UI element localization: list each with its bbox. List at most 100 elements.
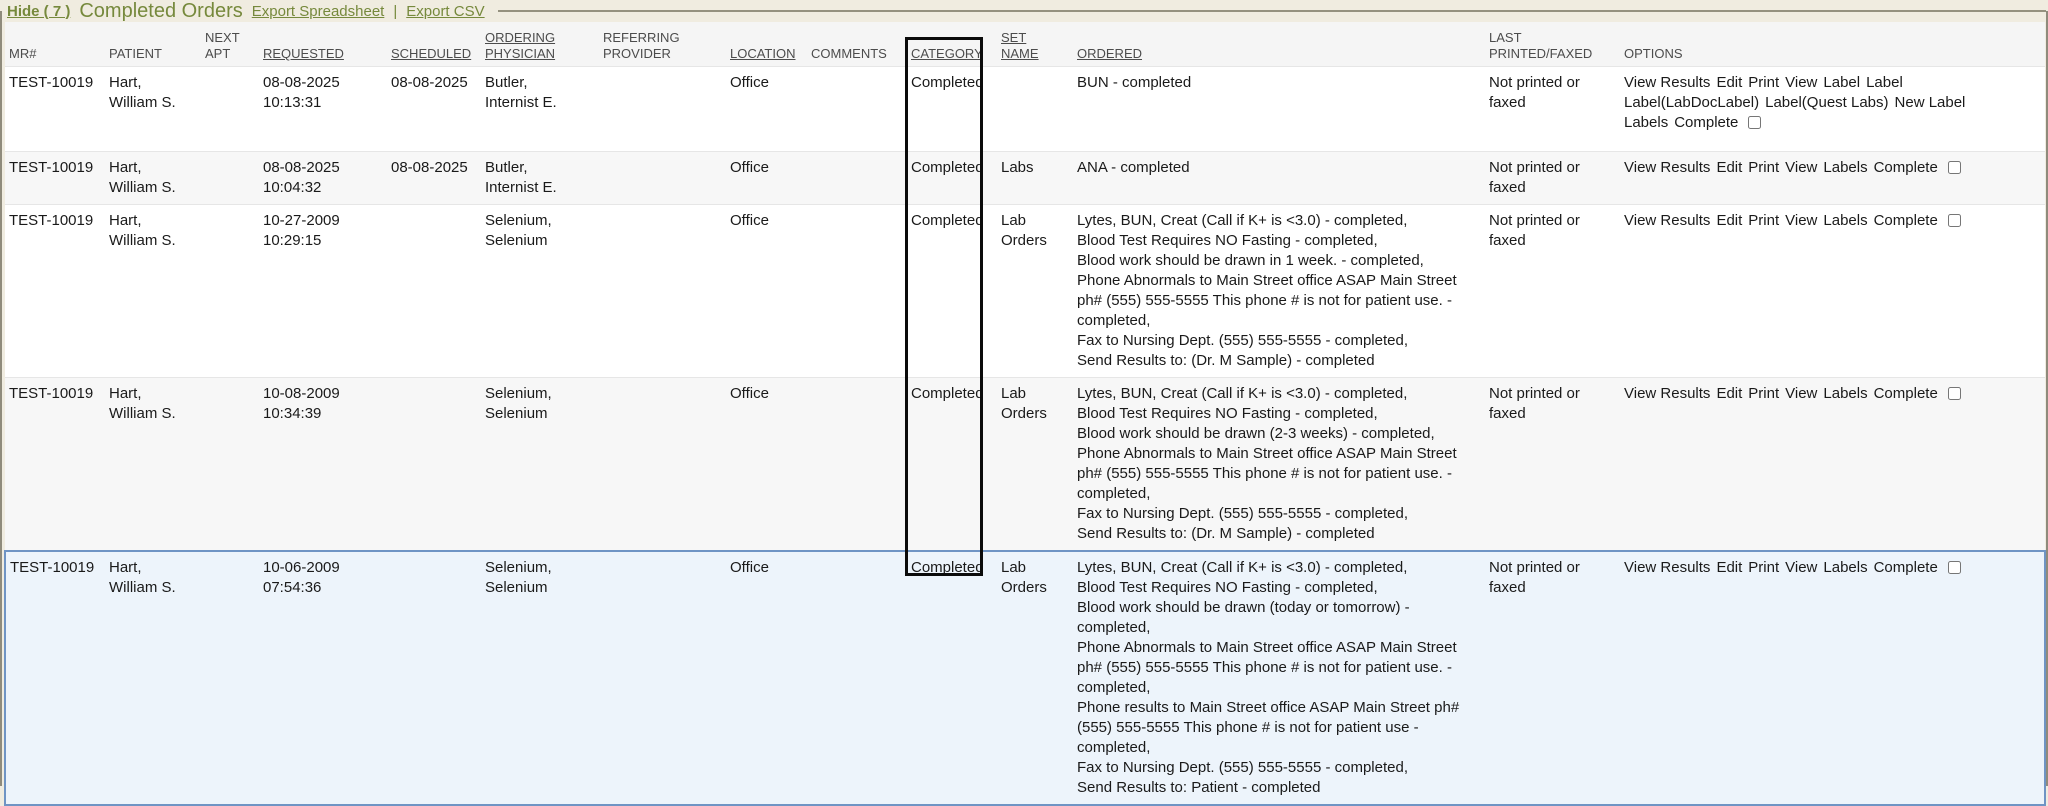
option-labels[interactable]: Labels bbox=[1823, 158, 1867, 178]
cell-mr: TEST-10019 bbox=[5, 205, 105, 378]
cell-set-name: Lab Orders bbox=[997, 378, 1073, 552]
col-header-ordering-physician[interactable]: ORDERING PHYSICIAN bbox=[481, 22, 599, 67]
option-label-quest-labs[interactable]: Label(Quest Labs) bbox=[1765, 93, 1888, 113]
cell-location: Office bbox=[726, 205, 807, 378]
cell-referring-provider bbox=[599, 551, 726, 805]
cell-scheduled bbox=[387, 205, 481, 378]
complete-checkbox[interactable] bbox=[1948, 561, 1961, 574]
option-view-results[interactable]: View Results bbox=[1624, 73, 1710, 93]
option-print[interactable]: Print bbox=[1748, 384, 1779, 404]
cell-last-printed-faxed: Not printed or faxed bbox=[1485, 205, 1620, 378]
option-print[interactable]: Print bbox=[1748, 158, 1779, 178]
order-row: TEST-10019 Hart, William S. 10-08-2009 1… bbox=[5, 378, 2045, 552]
option-labels[interactable]: Labels bbox=[1823, 384, 1867, 404]
complete-checkbox[interactable] bbox=[1748, 116, 1761, 129]
complete-checkbox[interactable] bbox=[1948, 161, 1961, 174]
option-complete[interactable]: Complete bbox=[1674, 113, 1738, 133]
option-complete[interactable]: Complete bbox=[1874, 558, 1938, 578]
fieldset-left-border bbox=[0, 11, 2, 786]
cell-comments bbox=[807, 551, 907, 805]
col-header-set-name[interactable]: SET NAME bbox=[997, 22, 1073, 67]
option-view-results[interactable]: View Results bbox=[1624, 211, 1710, 231]
complete-checkbox[interactable] bbox=[1948, 214, 1961, 227]
cell-location: Office bbox=[726, 551, 807, 805]
col-header-patient: PATIENT bbox=[105, 22, 201, 67]
cell-ordered: BUN - completed bbox=[1073, 67, 1485, 152]
cell-scheduled bbox=[387, 551, 481, 805]
cell-set-name bbox=[997, 67, 1073, 152]
option-edit[interactable]: Edit bbox=[1716, 384, 1742, 404]
fieldset-top-border bbox=[498, 10, 2046, 12]
complete-checkbox[interactable] bbox=[1948, 387, 1961, 400]
option-labels[interactable]: Labels bbox=[1624, 113, 1668, 133]
option-print[interactable]: Print bbox=[1748, 73, 1779, 93]
cell-ordered: Lytes, BUN, Creat (Call if K+ is <3.0) -… bbox=[1073, 551, 1485, 805]
col-header-last-printed-faxed: LAST PRINTED/FAXED bbox=[1485, 22, 1620, 67]
option-view-results[interactable]: View Results bbox=[1624, 158, 1710, 178]
cell-ordering-physician: Selenium, Selenium bbox=[481, 551, 599, 805]
option-label[interactable]: Label bbox=[1823, 73, 1860, 93]
option-complete[interactable]: Complete bbox=[1874, 158, 1938, 178]
cell-set-name: Lab Orders bbox=[997, 551, 1073, 805]
col-header-next-apt: NEXT APT bbox=[201, 22, 259, 67]
completed-orders-panel: Hide ( 7 ) Completed Orders Export Sprea… bbox=[0, 0, 2048, 786]
cell-referring-provider bbox=[599, 152, 726, 205]
col-header-category[interactable]: CATEGORY bbox=[907, 22, 997, 67]
option-print[interactable]: Print bbox=[1748, 211, 1779, 231]
col-header-options: OPTIONS bbox=[1620, 22, 2045, 67]
option-complete[interactable]: Complete bbox=[1874, 211, 1938, 231]
hide-link[interactable]: Hide ( 7 ) bbox=[7, 3, 70, 20]
cell-next-apt bbox=[201, 378, 259, 552]
cell-referring-provider bbox=[599, 67, 726, 152]
cell-next-apt bbox=[201, 205, 259, 378]
option-labels[interactable]: Labels bbox=[1823, 211, 1867, 231]
order-row: TEST-10019 Hart, William S. 08-08-2025 1… bbox=[5, 152, 2045, 205]
cell-requested: 08-08-2025 10:13:31 bbox=[259, 67, 387, 152]
col-header-scheduled[interactable]: SCHEDULED bbox=[387, 22, 481, 67]
option-view-results[interactable]: View Results bbox=[1624, 384, 1710, 404]
cell-next-apt bbox=[201, 67, 259, 152]
order-row-selected: TEST-10019 Hart, William S. 10-06-2009 0… bbox=[5, 551, 2045, 805]
cell-last-printed-faxed: Not printed or faxed bbox=[1485, 67, 1620, 152]
option-edit[interactable]: Edit bbox=[1716, 73, 1742, 93]
export-spreadsheet-link[interactable]: Export Spreadsheet bbox=[252, 3, 385, 20]
export-csv-link[interactable]: Export CSV bbox=[406, 3, 484, 20]
cell-requested: 10-06-2009 07:54:36 bbox=[259, 551, 387, 805]
option-labels[interactable]: Labels bbox=[1823, 558, 1867, 578]
option-edit[interactable]: Edit bbox=[1716, 211, 1742, 231]
option-view[interactable]: View bbox=[1785, 158, 1817, 178]
completed-orders-table: MR# PATIENT NEXT APT REQUESTED SCHEDULED… bbox=[4, 22, 2046, 806]
cell-category: Completed bbox=[907, 152, 997, 205]
cell-category: Completed bbox=[907, 205, 997, 378]
option-edit[interactable]: Edit bbox=[1716, 158, 1742, 178]
cell-ordered: Lytes, BUN, Creat (Call if K+ is <3.0) -… bbox=[1073, 378, 1485, 552]
option-print[interactable]: Print bbox=[1748, 558, 1779, 578]
option-view[interactable]: View bbox=[1785, 73, 1817, 93]
col-header-ordered[interactable]: ORDERED bbox=[1073, 22, 1485, 67]
cell-set-name: Lab Orders bbox=[997, 205, 1073, 378]
cell-next-apt bbox=[201, 152, 259, 205]
cell-ordering-physician: Selenium, Selenium bbox=[481, 205, 599, 378]
option-edit[interactable]: Edit bbox=[1716, 558, 1742, 578]
option-complete[interactable]: Complete bbox=[1874, 384, 1938, 404]
option-label-labdoclabel[interactable]: Label(LabDocLabel) bbox=[1624, 93, 1759, 113]
cell-mr: TEST-10019 bbox=[5, 67, 105, 152]
option-view[interactable]: View bbox=[1785, 211, 1817, 231]
col-header-location[interactable]: LOCATION bbox=[726, 22, 807, 67]
option-label-2[interactable]: Label bbox=[1866, 73, 1903, 93]
cell-mr: TEST-10019 bbox=[5, 152, 105, 205]
cell-patient: Hart, William S. bbox=[105, 378, 201, 552]
option-view-results[interactable]: View Results bbox=[1624, 558, 1710, 578]
option-new-label[interactable]: New Label bbox=[1895, 93, 1966, 113]
cell-ordered: Lytes, BUN, Creat (Call if K+ is <3.0) -… bbox=[1073, 205, 1485, 378]
cell-scheduled: 08-08-2025 bbox=[387, 152, 481, 205]
table-header-row: MR# PATIENT NEXT APT REQUESTED SCHEDULED… bbox=[5, 22, 2045, 67]
col-header-requested[interactable]: REQUESTED bbox=[259, 22, 387, 67]
cell-mr: TEST-10019 bbox=[5, 551, 105, 805]
cell-options: View Results Edit Print View Labels Complete bbox=[1620, 378, 2045, 552]
cell-scheduled: 08-08-2025 bbox=[387, 67, 481, 152]
option-view[interactable]: View bbox=[1785, 558, 1817, 578]
cell-requested: 10-27-2009 10:29:15 bbox=[259, 205, 387, 378]
cell-requested: 10-08-2009 10:34:39 bbox=[259, 378, 387, 552]
option-view[interactable]: View bbox=[1785, 384, 1817, 404]
